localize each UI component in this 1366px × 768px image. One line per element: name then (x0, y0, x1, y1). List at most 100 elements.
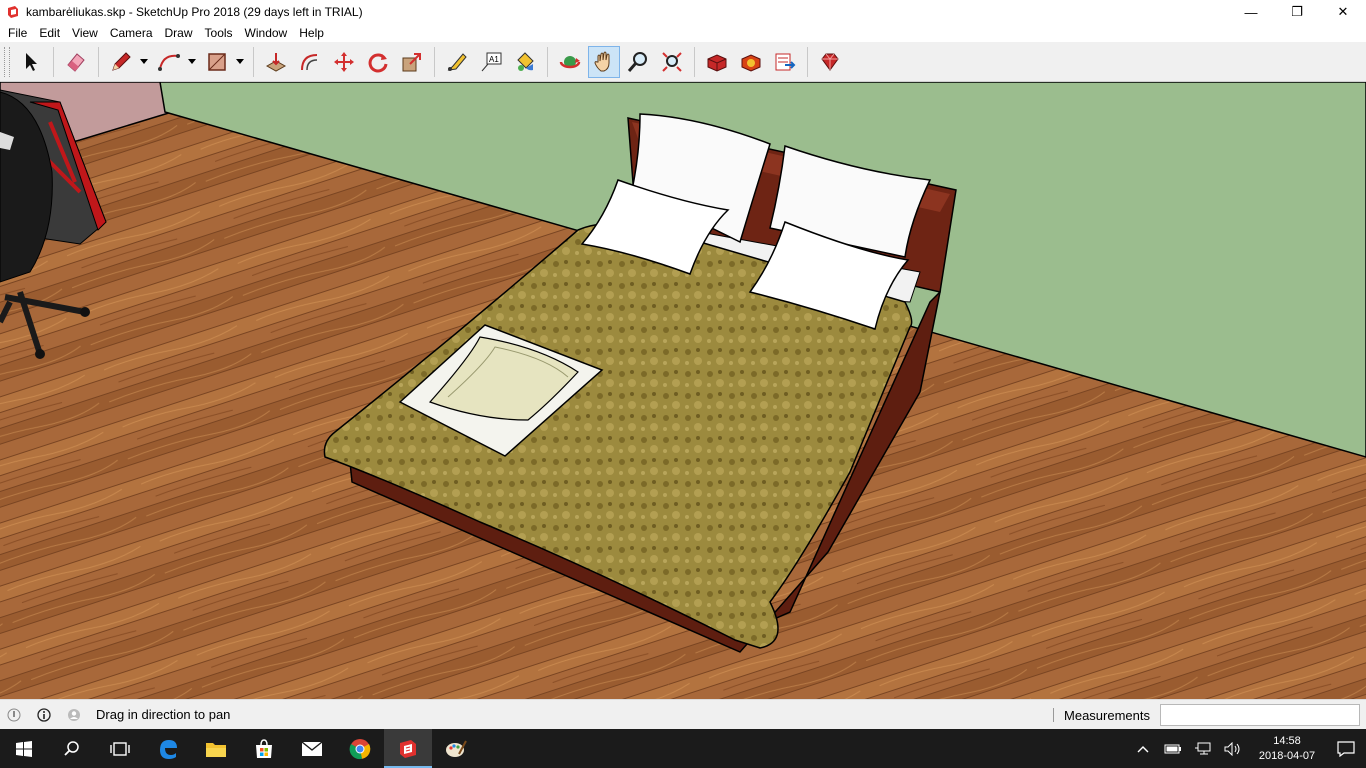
store-icon (256, 738, 272, 758)
push-pull-icon (265, 52, 287, 72)
clock-date: 2018-04-07 (1258, 749, 1316, 762)
line-tool-dropdown[interactable] (138, 46, 150, 78)
paint-icon (446, 740, 467, 757)
title-bar: kambarėliukas.skp - SketchUp Pro 2018 (2… (0, 0, 1366, 24)
offset-icon (301, 53, 318, 70)
scene-canvas[interactable] (0, 82, 1366, 699)
account-icon[interactable] (66, 707, 82, 723)
measurements-separator (1053, 708, 1055, 722)
toolbar-separator (434, 46, 435, 77)
minimize-button[interactable]: — (1228, 0, 1274, 24)
menu-edit[interactable]: Edit (33, 24, 66, 42)
menu-view[interactable]: View (66, 24, 104, 42)
model-viewport[interactable] (0, 82, 1366, 699)
rectangle-tool-button[interactable] (201, 46, 233, 78)
windows-taskbar: 14:58 2018-04-07 (0, 729, 1366, 768)
volume-button[interactable] (1218, 729, 1248, 768)
action-center-button[interactable] (1326, 729, 1366, 768)
push-pull-tool-button[interactable] (260, 46, 292, 78)
window-controls: — ❐ ✕ (1228, 0, 1366, 24)
rotate-tool-button[interactable] (362, 46, 394, 78)
start-button[interactable] (0, 729, 48, 768)
menu-tools[interactable]: Tools (199, 24, 239, 42)
eraser-tool-button[interactable] (60, 46, 92, 78)
extension-manager-button[interactable] (814, 46, 846, 78)
battery-icon (1164, 744, 1181, 753)
scale-icon (402, 52, 421, 71)
store-button[interactable] (240, 729, 288, 768)
zoom-tool-button[interactable] (622, 46, 654, 78)
extension-warehouse-icon (741, 53, 761, 72)
scale-tool-button[interactable] (396, 46, 428, 78)
toolbar-separator (53, 46, 54, 77)
tray-overflow-button[interactable] (1128, 729, 1158, 768)
chevron-up-icon (1137, 745, 1149, 752)
arc-tool-dropdown[interactable] (186, 46, 198, 78)
orbit-tool-button[interactable] (554, 46, 586, 78)
paint-bucket-tool-button[interactable] (509, 46, 541, 78)
offset-tool-button[interactable] (294, 46, 326, 78)
menu-window[interactable]: Window (239, 24, 294, 42)
toolbar-grip[interactable] (4, 46, 10, 77)
send-to-layout-button[interactable] (769, 46, 801, 78)
toolbar-separator (253, 46, 254, 77)
sketchup-icon (400, 739, 416, 758)
toolbar-separator (98, 46, 99, 77)
info-icon[interactable] (36, 707, 52, 723)
extension-warehouse-button[interactable] (735, 46, 767, 78)
move-icon (334, 51, 354, 72)
mail-button[interactable] (288, 729, 336, 768)
clock-time: 14:58 (1273, 734, 1301, 747)
zoom-extents-tool-button[interactable] (656, 46, 688, 78)
zoom-icon (627, 51, 647, 72)
text-tool-label: A1 (489, 55, 499, 64)
system-tray: 14:58 2018-04-07 (1128, 729, 1366, 768)
network-button[interactable] (1188, 729, 1218, 768)
clock[interactable]: 14:58 2018-04-07 (1248, 734, 1326, 764)
warehouse-icon (707, 53, 727, 72)
zoom-extents-icon (662, 51, 682, 72)
search-icon (64, 740, 79, 756)
measurements-input[interactable] (1160, 704, 1360, 726)
3d-warehouse-button[interactable] (701, 46, 733, 78)
notification-icon (1337, 740, 1355, 757)
tape-measure-tool-button[interactable] (441, 46, 473, 78)
file-explorer-icon (206, 742, 226, 757)
paint-bucket-icon (517, 51, 534, 71)
search-button[interactable] (48, 729, 96, 768)
menu-draw[interactable]: Draw (159, 24, 199, 42)
rectangle-tool-dropdown[interactable] (234, 46, 246, 78)
sketchup-taskbar-button[interactable] (384, 729, 432, 768)
file-explorer-button[interactable] (192, 729, 240, 768)
move-tool-button[interactable] (328, 46, 360, 78)
arc-tool-button[interactable] (153, 46, 185, 78)
pan-tool-button[interactable] (588, 45, 620, 78)
windows-start-icon (16, 740, 32, 757)
measurements-area: Measurements (1053, 700, 1366, 730)
measurements-label: Measurements (1064, 707, 1150, 723)
rotate-icon (368, 53, 388, 72)
task-view-button[interactable] (96, 729, 144, 768)
edge-button[interactable] (144, 729, 192, 768)
orbit-icon (559, 55, 581, 68)
menu-file[interactable]: File (2, 24, 33, 42)
restore-button[interactable]: ❐ (1274, 0, 1320, 24)
menu-help[interactable]: Help (293, 24, 330, 42)
paint-button[interactable] (432, 729, 480, 768)
status-hint: Drag in direction to pan (96, 707, 231, 722)
close-button[interactable]: ✕ (1320, 0, 1366, 24)
text-icon: A1 (481, 52, 502, 71)
tape-measure-icon (447, 52, 467, 71)
menu-camera[interactable]: Camera (104, 24, 159, 42)
line-tool-button[interactable] (105, 46, 137, 78)
geo-location-icon[interactable] (6, 707, 22, 723)
chrome-icon (349, 738, 371, 759)
window-title: kambarėliukas.skp - SketchUp Pro 2018 (2… (26, 5, 363, 19)
select-tool-button[interactable] (15, 46, 47, 78)
toolbar-separator (807, 46, 808, 77)
network-icon (1195, 742, 1211, 754)
toolbar-separator (694, 46, 695, 77)
chrome-button[interactable] (336, 729, 384, 768)
text-tool-button[interactable]: A1 (475, 46, 507, 78)
battery-button[interactable] (1158, 729, 1188, 768)
